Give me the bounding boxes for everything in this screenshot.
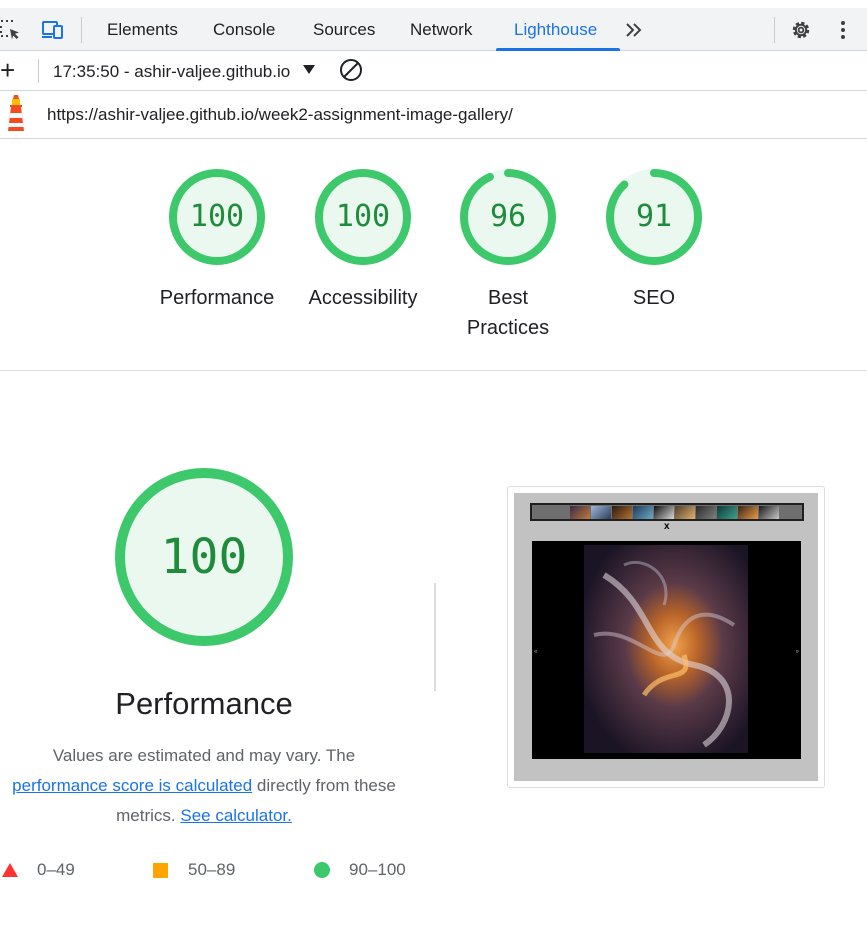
featured-image	[584, 545, 748, 753]
gauge-label-performance: Performance	[159, 287, 275, 309]
thumbnail-image	[612, 506, 632, 519]
thumbnail-image	[654, 506, 674, 519]
final-screenshot[interactable]: x « »	[507, 486, 825, 788]
screenshot-page: x « »	[514, 493, 818, 781]
gauge-label-accessibility: Accessibility	[308, 287, 418, 309]
report-url-bar: https://ashir-valjee.github.io/week2-ass…	[0, 91, 867, 139]
gauge-best-practices[interactable]: 96	[460, 169, 556, 265]
tab-network[interactable]: Network	[410, 20, 472, 40]
tab-elements[interactable]: Elements	[107, 20, 178, 40]
gauge-label-best-practices: Best Practices	[466, 287, 550, 339]
thumbnail-image	[696, 506, 716, 519]
see-calculator-link[interactable]: See calculator.	[180, 806, 292, 825]
gear-icon[interactable]	[789, 18, 813, 42]
gauge-score: 96	[489, 199, 527, 234]
triangle-icon	[2, 863, 18, 877]
vertical-divider	[434, 583, 436, 691]
gauge-label-seo: SEO	[632, 287, 676, 309]
legend-fail: 0–49	[2, 858, 102, 882]
tab-lighthouse[interactable]: Lighthouse	[514, 20, 597, 40]
gauge-score: 100	[335, 199, 391, 234]
gauge-seo[interactable]: 91	[606, 169, 702, 265]
score-calculated-link[interactable]: performance score is calculated	[12, 776, 252, 795]
gauge-accessibility[interactable]: 100	[315, 169, 411, 265]
performance-description: Values are estimated and may vary. The p…	[0, 741, 408, 831]
toolbar-separator	[81, 17, 82, 43]
lighthouse-logo-icon	[8, 95, 24, 131]
thumbnail-strip	[530, 503, 804, 521]
device-toolbar-icon[interactable]	[40, 18, 64, 42]
prev-arrow-icon: «	[534, 649, 538, 655]
close-icon: x	[664, 521, 670, 532]
kebab-menu-icon[interactable]	[831, 18, 855, 42]
performance-gauge-large: 100	[113, 466, 295, 648]
plus-icon[interactable]: +	[0, 57, 15, 83]
toolbar-separator	[774, 17, 775, 43]
chevron-down-icon[interactable]	[303, 65, 315, 74]
clear-icon[interactable]	[339, 58, 363, 82]
square-icon	[153, 863, 168, 878]
gauge-score: 100	[160, 529, 248, 585]
lighthouse-toolbar: + 17:35:50 - ashir-valjee.github.io	[0, 51, 867, 91]
section-divider	[0, 370, 867, 371]
gauge-performance[interactable]: 100	[169, 169, 265, 265]
report-select[interactable]: 17:35:50 - ashir-valjee.github.io	[53, 62, 295, 82]
next-arrow-icon: »	[795, 649, 799, 655]
chevron-double-right-icon[interactable]	[622, 18, 646, 42]
tab-console[interactable]: Console	[213, 20, 275, 40]
inspect-element-icon[interactable]	[0, 18, 22, 42]
thumbnail-image	[717, 506, 737, 519]
report-url[interactable]: https://ashir-valjee.github.io/week2-ass…	[47, 105, 513, 125]
devtools-tab-bar: Elements Console Sources Network Lightho…	[0, 8, 867, 51]
legend-pass: 90–100	[313, 858, 433, 882]
legend-average: 50–89	[152, 858, 262, 882]
category-title: Performance	[115, 686, 293, 721]
thumbnail-image	[591, 506, 611, 519]
desc-prefix: Values are estimated and may vary. The	[52, 746, 356, 765]
tab-sources[interactable]: Sources	[313, 20, 375, 40]
legend-range: 90–100	[349, 860, 406, 879]
thumbnail-image	[633, 506, 653, 519]
thumbnail-image	[738, 506, 758, 519]
circle-icon	[314, 862, 330, 878]
gauge-score: 100	[189, 199, 245, 234]
image-viewer: « »	[532, 541, 801, 759]
thumbnail-image	[570, 506, 590, 519]
legend-range: 50–89	[188, 860, 236, 879]
legend-range: 0–49	[37, 860, 75, 879]
gauge-score: 91	[635, 199, 673, 234]
thumbnail-image	[675, 506, 695, 519]
thumbnail-image	[759, 506, 779, 519]
toolbar-separator	[38, 59, 39, 83]
